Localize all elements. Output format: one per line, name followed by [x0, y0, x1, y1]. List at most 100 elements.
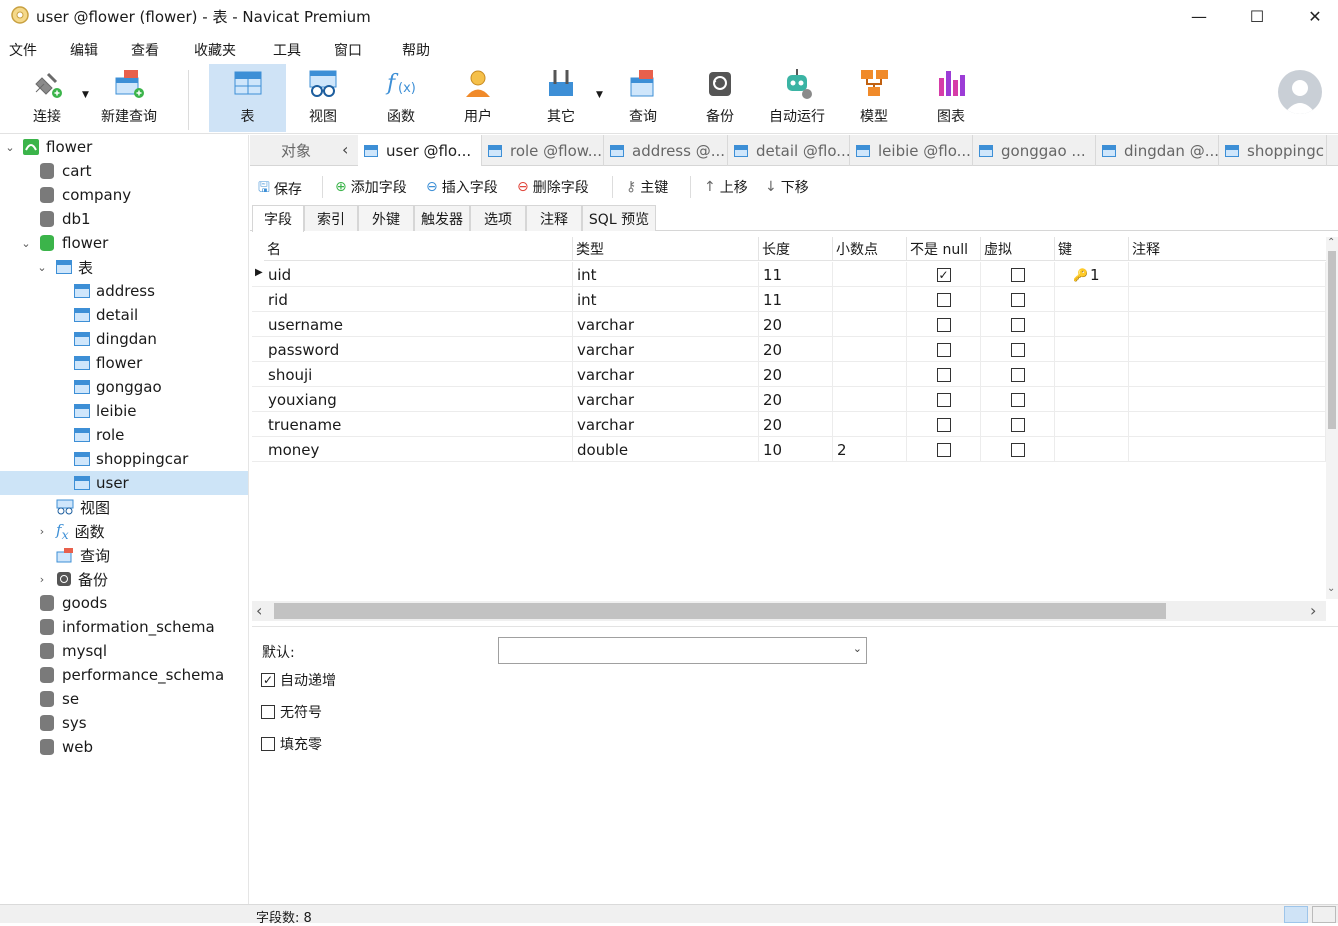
- cell-decimals[interactable]: [833, 412, 907, 437]
- menu-edit[interactable]: 编辑: [70, 40, 98, 60]
- cell-comment[interactable]: [1129, 362, 1326, 387]
- scroll-left-icon[interactable]: ‹: [256, 601, 262, 620]
- not-null-checkbox[interactable]: [936, 442, 951, 457]
- tab-detail[interactable]: detail @flo...: [728, 135, 850, 166]
- tree-views-node[interactable]: 视图: [0, 495, 248, 519]
- scroll-up-icon[interactable]: ⌃: [1327, 237, 1335, 248]
- cell-name[interactable]: uid: [264, 262, 573, 287]
- minimize-button[interactable]: —: [1176, 0, 1222, 32]
- cell-virtual[interactable]: [981, 287, 1055, 312]
- cell-type[interactable]: int: [573, 287, 759, 312]
- add-field-button[interactable]: ⊕ 添加字段: [335, 177, 407, 197]
- cell-key[interactable]: 🔑 1: [1055, 262, 1129, 287]
- chevron-down-icon[interactable]: ⌄: [20, 237, 32, 250]
- tree-queries-node[interactable]: 查询: [0, 543, 248, 567]
- cell-not-null[interactable]: [907, 312, 981, 337]
- unsigned-checkbox[interactable]: [261, 705, 275, 719]
- chevron-right-icon[interactable]: ›: [36, 573, 48, 586]
- cell-not-null[interactable]: ✓: [907, 262, 981, 287]
- tree-db-goods[interactable]: goods: [0, 591, 248, 615]
- zerofill-option[interactable]: 填充零: [261, 734, 322, 754]
- cell-virtual[interactable]: [981, 337, 1055, 362]
- maximize-button[interactable]: ☐: [1234, 0, 1280, 32]
- function-button[interactable]: f (x) 函数: [368, 64, 434, 132]
- cell-type[interactable]: varchar: [573, 362, 759, 387]
- tree-db-flower[interactable]: ⌄ flower: [0, 231, 248, 255]
- menu-window[interactable]: 窗口: [334, 40, 362, 60]
- tab-role[interactable]: role @flow...: [482, 135, 604, 166]
- subtab-sql-preview[interactable]: SQL 预览: [582, 205, 656, 231]
- subtab-triggers[interactable]: 触发器: [414, 205, 470, 231]
- cell-decimals[interactable]: [833, 362, 907, 387]
- backup-button[interactable]: 备份: [687, 64, 753, 132]
- virtual-checkbox[interactable]: [1010, 417, 1025, 432]
- auto-increment-checkbox[interactable]: ✓: [261, 673, 275, 687]
- tab-gonggao[interactable]: gonggao ...: [973, 135, 1096, 166]
- table-row[interactable]: shouji varchar 20: [252, 362, 1326, 387]
- column-header-not-null[interactable]: 不是 null: [907, 237, 981, 261]
- cell-type[interactable]: varchar: [573, 412, 759, 437]
- virtual-checkbox[interactable]: [1010, 367, 1025, 382]
- table-row[interactable]: username varchar 20: [252, 312, 1326, 337]
- grid-vertical-scrollbar[interactable]: ⌃ ⌄: [1326, 237, 1338, 599]
- cell-decimals[interactable]: 2: [833, 437, 907, 462]
- scroll-thumb[interactable]: [1328, 251, 1336, 429]
- menu-file[interactable]: 文件: [9, 40, 37, 60]
- unsigned-option[interactable]: 无符号: [261, 702, 322, 722]
- cell-decimals[interactable]: [833, 262, 907, 287]
- user-button[interactable]: 用户: [445, 64, 511, 132]
- not-null-checkbox[interactable]: [936, 317, 951, 332]
- cell-virtual[interactable]: [981, 312, 1055, 337]
- cell-type[interactable]: double: [573, 437, 759, 462]
- column-header-virtual[interactable]: 虚拟: [981, 237, 1055, 261]
- tab-leibie[interactable]: leibie @flo...: [850, 135, 973, 166]
- query-button[interactable]: 查询: [610, 64, 676, 132]
- tree-table-dingdan[interactable]: dingdan: [0, 327, 248, 351]
- cell-not-null[interactable]: [907, 412, 981, 437]
- virtual-checkbox[interactable]: [1010, 292, 1025, 307]
- cell-name[interactable]: password: [264, 337, 573, 362]
- connect-dropdown-icon[interactable]: ▼: [82, 90, 89, 100]
- scroll-down-icon[interactable]: ⌄: [1327, 583, 1335, 594]
- cell-name[interactable]: truename: [264, 412, 573, 437]
- cell-key[interactable]: [1055, 387, 1129, 412]
- tab-shoppingcar[interactable]: shoppingc: [1219, 135, 1327, 166]
- tree-db-cart[interactable]: cart: [0, 159, 248, 183]
- cell-length[interactable]: 20: [759, 412, 833, 437]
- tree-table-user[interactable]: user: [0, 471, 248, 495]
- tree-table-leibie[interactable]: leibie: [0, 399, 248, 423]
- tab-dingdan[interactable]: dingdan @...: [1096, 135, 1219, 166]
- automation-button[interactable]: 自动运行: [762, 64, 832, 132]
- virtual-checkbox[interactable]: [1010, 342, 1025, 357]
- cell-key[interactable]: [1055, 287, 1129, 312]
- cell-comment[interactable]: [1129, 312, 1326, 337]
- cell-not-null[interactable]: [907, 287, 981, 312]
- chevron-down-icon[interactable]: ⌄: [36, 261, 48, 274]
- default-dropdown[interactable]: ⌄: [498, 637, 867, 664]
- table-row[interactable]: money double 10 2: [252, 437, 1326, 462]
- cell-key[interactable]: [1055, 412, 1129, 437]
- chevron-left-icon[interactable]: ‹: [342, 140, 348, 159]
- tree-db-se[interactable]: se: [0, 687, 248, 711]
- tree-db-company[interactable]: company: [0, 183, 248, 207]
- close-button[interactable]: ✕: [1292, 0, 1338, 32]
- cell-length[interactable]: 20: [759, 312, 833, 337]
- cell-name[interactable]: username: [264, 312, 573, 337]
- cell-type[interactable]: varchar: [573, 387, 759, 412]
- cell-name[interactable]: rid: [264, 287, 573, 312]
- cell-type[interactable]: varchar: [573, 312, 759, 337]
- cell-comment[interactable]: [1129, 287, 1326, 312]
- tree-db-performance-schema[interactable]: performance_schema: [0, 663, 248, 687]
- cell-comment[interactable]: [1129, 387, 1326, 412]
- cell-length[interactable]: 11: [759, 262, 833, 287]
- menu-favorites[interactable]: 收藏夹: [194, 40, 236, 60]
- cell-length[interactable]: 10: [759, 437, 833, 462]
- move-up-button[interactable]: ↑ 上移: [704, 177, 748, 197]
- model-button[interactable]: 模型: [841, 64, 907, 132]
- chart-button[interactable]: 图表: [918, 64, 984, 132]
- cell-not-null[interactable]: [907, 337, 981, 362]
- cell-name[interactable]: money: [264, 437, 573, 462]
- column-header-name[interactable]: 名: [264, 237, 573, 261]
- cell-length[interactable]: 20: [759, 387, 833, 412]
- virtual-checkbox[interactable]: [1010, 392, 1025, 407]
